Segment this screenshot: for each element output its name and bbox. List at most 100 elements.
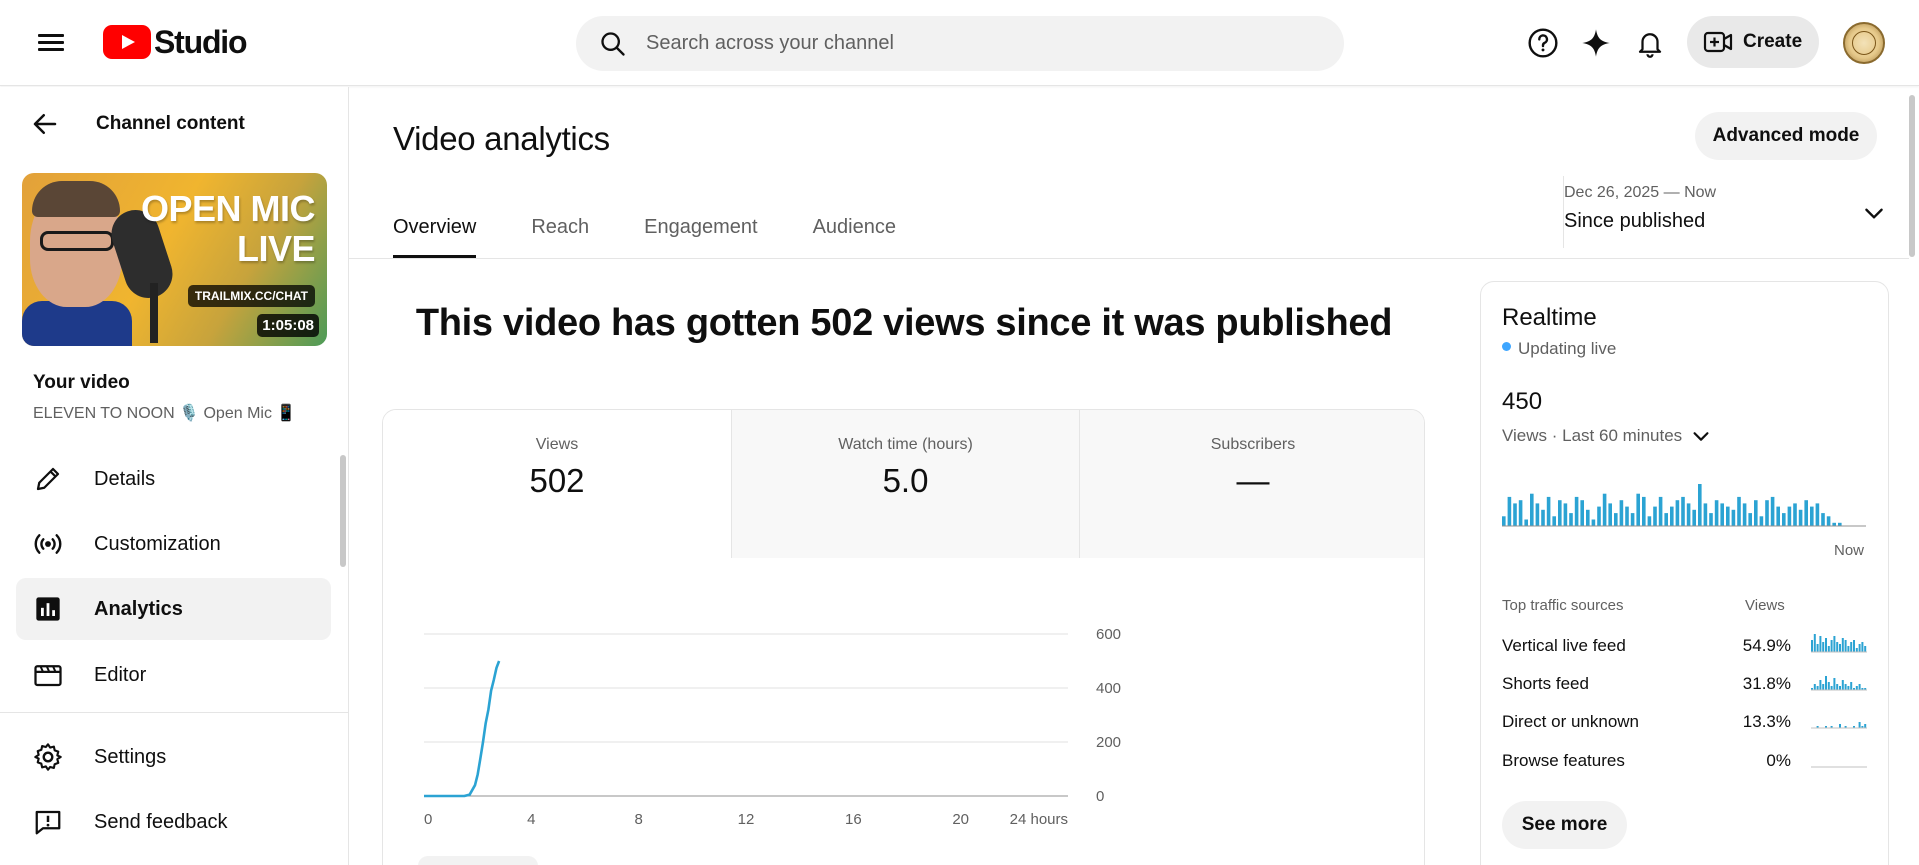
sidebar-divider — [0, 712, 349, 713]
sidebar-item-send-feedback[interactable]: Send feedback — [16, 791, 331, 853]
sparkline-bar — [1839, 644, 1841, 652]
tab-overview[interactable]: Overview — [393, 200, 477, 258]
realtime-bar — [1787, 506, 1792, 526]
date-range-picker[interactable]: Dec 26, 2025 — Now Since published — [1563, 176, 1903, 248]
tab-audience[interactable]: Audience — [813, 200, 896, 258]
realtime-bar — [1793, 503, 1797, 526]
metric-watch-time[interactable]: Watch time (hours) 5.0 — [731, 410, 1079, 558]
sparkline-bar — [1847, 686, 1850, 690]
tab-engagement[interactable]: Engagement — [644, 200, 757, 258]
traffic-row-browse-features[interactable]: Browse features 0% — [1502, 751, 1867, 789]
realtime-bar — [1821, 513, 1825, 526]
search-input[interactable] — [646, 32, 1296, 55]
see-more-button[interactable]: See more — [1502, 801, 1627, 849]
sidebar-item-details[interactable]: Details — [16, 448, 331, 510]
sparkline-bar — [1827, 682, 1830, 690]
realtime-bar — [1810, 506, 1814, 526]
sparkline-bar — [1836, 684, 1839, 690]
realtime-bar — [1737, 496, 1741, 526]
logo-text: Studio — [154, 23, 248, 60]
menu-icon[interactable] — [36, 30, 66, 56]
notifications-bell-icon[interactable] — [1632, 25, 1668, 61]
realtime-bar — [1670, 506, 1674, 526]
realtime-bar — [1569, 513, 1573, 526]
tab-reach[interactable]: Reach — [531, 200, 589, 258]
sparkline-bar — [1858, 722, 1861, 728]
sidebar-item-label: Details — [94, 467, 156, 490]
metric-subscribers[interactable]: Subscribers — — [1079, 410, 1424, 558]
avatar[interactable] — [1843, 22, 1885, 64]
metric-value: — — [1236, 462, 1270, 499]
realtime-bar — [1591, 519, 1596, 526]
realtime-bar — [1815, 503, 1820, 526]
realtime-bar — [1759, 516, 1764, 526]
help-icon[interactable] — [1525, 25, 1561, 61]
sidebar-item-analytics[interactable]: Analytics — [16, 578, 331, 640]
arrow-back-icon — [33, 114, 57, 134]
search-bar[interactable] — [576, 16, 1344, 71]
realtime-bar — [1765, 500, 1769, 526]
advanced-mode-button[interactable]: Advanced mode — [1695, 112, 1877, 160]
realtime-bar — [1630, 513, 1635, 526]
sparkline-bar — [1844, 684, 1847, 690]
realtime-bar — [1653, 506, 1657, 526]
traffic-source-pct: 31.8% — [1742, 674, 1791, 693]
studio-logo[interactable]: Studio — [103, 23, 248, 60]
youtube-play-icon — [103, 25, 151, 59]
sidebar: Channel content OPEN MIC LIVE TRAILMIX.C… — [0, 87, 349, 865]
views-line-chart: 0 200 400 600 0 4 8 12 16 20 24 hours — [424, 626, 1121, 828]
thumbnail-hair — [32, 181, 120, 217]
pencil-icon — [32, 463, 64, 495]
video-duration: 1:05:08 — [257, 314, 319, 337]
realtime-bar-chart — [1502, 484, 1866, 527]
gear-icon — [32, 741, 64, 773]
video-add-icon — [1703, 31, 1733, 53]
sparkline-bar — [1822, 642, 1825, 652]
sidebar-item-editor[interactable]: Editor — [16, 644, 331, 706]
search-icon[interactable] — [598, 29, 628, 59]
sparkline-bar — [1841, 638, 1844, 652]
sidebar-item-customization[interactable]: Customization — [16, 513, 331, 575]
video-thumbnail[interactable]: OPEN MIC LIVE TRAILMIX.CC/CHAT 1:05:08 — [22, 173, 327, 346]
sidebar-item-label: Analytics — [94, 597, 183, 620]
back-to-channel-content[interactable]: Channel content — [30, 109, 245, 139]
sparkline-bar — [1850, 642, 1853, 652]
bottom-pill-button[interactable] — [418, 856, 538, 865]
date-range-text: Dec 26, 2025 — Now — [1564, 184, 1717, 201]
metric-views[interactable]: Views 502 — [383, 410, 731, 558]
sidebar-item-label: Editor — [94, 663, 147, 686]
realtime-count: 450 — [1502, 388, 1543, 415]
realtime-bar — [1770, 496, 1775, 526]
sparkle-icon[interactable] — [1578, 25, 1614, 61]
y-tick-label: 200 — [1096, 734, 1121, 751]
x-tick-label: 4 — [527, 811, 535, 828]
traffic-source-pct: 13.3% — [1742, 712, 1791, 731]
create-button[interactable]: Create — [1687, 16, 1819, 68]
realtime-bar — [1804, 500, 1808, 526]
sidebar-item-settings[interactable]: Settings — [16, 726, 331, 788]
sidebar-scrollbar[interactable] — [340, 455, 346, 567]
metric-label: Views — [535, 436, 579, 453]
realtime-bar — [1709, 513, 1713, 526]
thumbnail-url: TRAILMIX.CC/CHAT — [187, 285, 315, 307]
main-scrollbar[interactable] — [1909, 95, 1915, 257]
microphone-stand — [150, 283, 158, 343]
realtime-period-dropdown[interactable]: Views · Last 60 minutes — [1502, 425, 1712, 447]
traffic-sources-header: Top traffic sources — [1502, 597, 1624, 614]
video-title: ELEVEN TO NOON 🎙️ Open Mic 📱 — [33, 405, 297, 422]
realtime-bar — [1742, 503, 1747, 526]
metric-value: 502 — [529, 462, 585, 499]
page-title: Video analytics — [393, 120, 610, 157]
realtime-bar — [1552, 516, 1556, 526]
realtime-status: Updating live — [1502, 339, 1616, 359]
traffic-source-pct: 54.9% — [1742, 636, 1791, 655]
traffic-source-name: Direct or unknown — [1502, 712, 1640, 731]
sparkline-bar — [1813, 684, 1816, 690]
feedback-icon — [32, 806, 64, 838]
realtime-bar — [1614, 513, 1618, 526]
realtime-bar — [1602, 493, 1607, 526]
realtime-bar — [1776, 506, 1780, 526]
realtime-bar — [1558, 500, 1562, 526]
realtime-card: Realtime Updating live 450 Views · Last … — [1480, 281, 1889, 865]
sparkline-bar — [1847, 646, 1850, 652]
